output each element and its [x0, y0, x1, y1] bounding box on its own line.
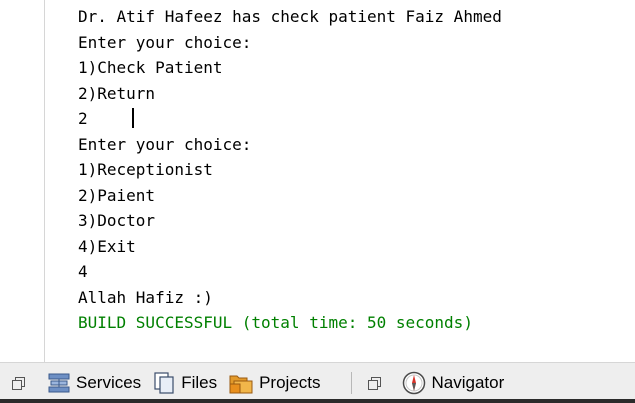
- text-caret: [132, 108, 134, 128]
- tab-services-label: Services: [76, 372, 142, 392]
- services-icon: [48, 373, 70, 392]
- tab-services[interactable]: Services: [48, 366, 141, 399]
- console-line: 2: [78, 109, 88, 128]
- navigator-icon: [402, 371, 425, 394]
- console-line: 4: [78, 262, 88, 281]
- output-console[interactable]: Dr. Atif Hafeez has check patient Faiz A…: [45, 0, 635, 362]
- console-line: 3)Doctor: [78, 211, 156, 230]
- tab-files[interactable]: Files: [153, 366, 217, 399]
- build-status-line: BUILD SUCCESSFUL (total time: 50 seconds…: [78, 313, 473, 332]
- tab-projects-label: Projects: [259, 372, 321, 392]
- files-icon: [154, 371, 174, 394]
- console-line: 4)Exit: [78, 237, 136, 256]
- console-line: Enter your choice:: [78, 135, 252, 154]
- console-line: 1)Receptionist: [78, 160, 213, 179]
- bottom-tab-bar: Services Files Projects Navigator: [0, 366, 635, 399]
- output-gutter: [0, 0, 45, 362]
- tab-navigator-label: Navigator: [431, 372, 505, 392]
- console-line: Allah Hafiz :): [78, 288, 213, 307]
- console-line: 2)Return: [78, 84, 156, 103]
- window-bottom-edge: [0, 399, 635, 403]
- tab-projects[interactable]: Projects: [229, 366, 321, 399]
- projects-icon: [229, 375, 253, 393]
- tab-navigator[interactable]: Navigator: [402, 366, 505, 399]
- restore-window-icon[interactable]: [12, 376, 25, 390]
- console-line: Dr. Atif Hafeez has check patient Faiz A…: [78, 7, 502, 26]
- console-line: 2)Paient: [78, 186, 156, 205]
- restore-window-icon[interactable]: [367, 376, 381, 390]
- console-line: Enter your choice:: [78, 33, 252, 52]
- console-line: 1)Check Patient: [78, 58, 223, 77]
- tab-files-label: Files: [181, 372, 218, 392]
- tab-group-separator: [350, 371, 352, 394]
